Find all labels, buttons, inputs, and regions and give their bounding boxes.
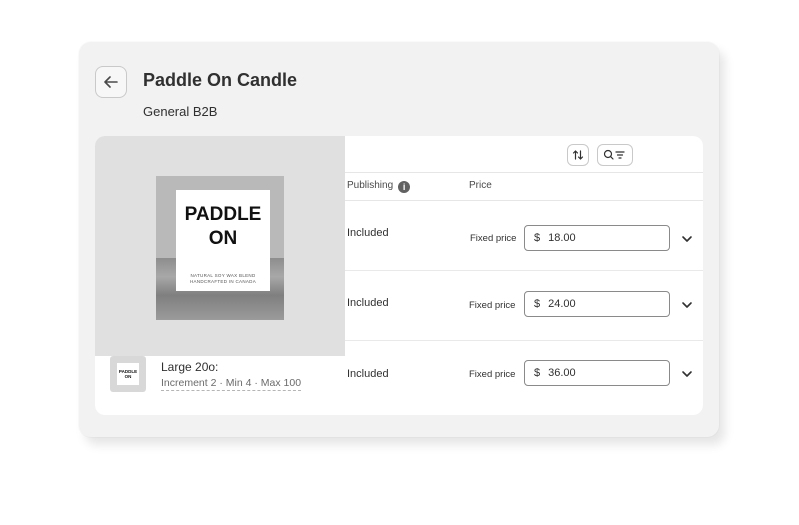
chevron-down-icon[interactable] — [681, 299, 693, 311]
price-type: Fixed price — [469, 300, 516, 311]
variant-name: Large 20o: — [161, 360, 219, 374]
price-type: Fixed price — [470, 233, 517, 244]
product-image-preview: PADDLE ON NATURAL SOY WAX BLEND HANDCRAF… — [95, 136, 345, 356]
price-input[interactable]: $ 18.00 — [524, 225, 670, 251]
page-title: Paddle On Candle — [143, 70, 298, 90]
label-sub-line2: HANDCRAFTED IN CANADA — [189, 279, 257, 284]
arrow-left-icon — [104, 76, 118, 88]
price-input[interactable]: $ 24.00 — [524, 291, 670, 317]
currency-symbol: $ — [534, 298, 541, 310]
search-filter-button[interactable] — [597, 144, 633, 166]
price-value: 18.00 — [548, 232, 576, 244]
thumbnail-label: PADDLE ON — [117, 363, 139, 385]
publishing-status: Included — [347, 368, 389, 380]
publishing-header: Publishing i — [347, 180, 411, 193]
chevron-down-icon[interactable] — [681, 233, 693, 245]
publishing-header-label: Publishing — [347, 180, 394, 191]
price-value: 24.00 — [548, 298, 576, 310]
back-button[interactable] — [95, 66, 127, 98]
catalog-name: General B2B — [143, 104, 218, 119]
variant-thumbnail: PADDLE ON — [110, 356, 146, 392]
label-subtext: NATURAL SOY WAX BLEND HANDCRAFTED IN CAN… — [176, 273, 270, 285]
label-title-line2: ON — [208, 228, 238, 249]
candle-label: PADDLE ON NATURAL SOY WAX BLEND HANDCRAF… — [176, 190, 270, 291]
price-type: Fixed price — [469, 369, 516, 380]
price-input[interactable]: $ 36.00 — [524, 360, 670, 386]
search-filter-icon — [603, 149, 625, 160]
sort-arrows-icon — [572, 150, 584, 160]
publishing-status: Included — [347, 297, 389, 309]
info-icon[interactable]: i — [398, 181, 411, 193]
label-title: PADDLE ON — [176, 203, 270, 251]
variant-quantity-rules[interactable]: Increment 2 · Min 4 · Max 100 — [161, 377, 302, 391]
sort-button[interactable] — [567, 144, 589, 166]
price-header: Price — [469, 180, 492, 191]
currency-symbol: $ — [534, 367, 541, 379]
publishing-status: Included — [347, 227, 389, 239]
label-title-line1: PADDLE — [184, 204, 262, 225]
price-value: 36.00 — [548, 367, 576, 379]
currency-symbol: $ — [534, 232, 541, 244]
chevron-down-icon[interactable] — [681, 368, 693, 380]
